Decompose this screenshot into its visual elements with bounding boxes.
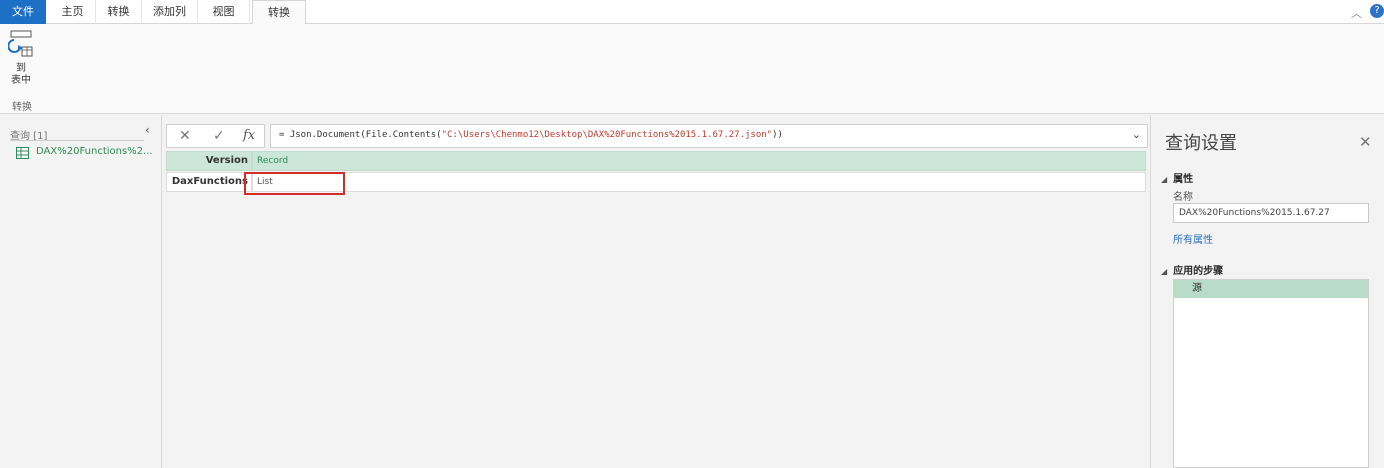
collapse-triangle-icon: ◢ bbox=[1161, 267, 1168, 276]
fx-icon[interactable]: fx bbox=[243, 128, 255, 143]
collapse-triangle-icon: ◢ bbox=[1161, 175, 1168, 184]
record-value-version[interactable]: Record bbox=[252, 151, 1146, 171]
query-name-input[interactable]: DAX%20Functions%2015.1.67.27 bbox=[1173, 203, 1369, 223]
collapse-ribbon-icon[interactable]: ︿ bbox=[1351, 5, 1362, 21]
to-table-label-2: 表中 bbox=[11, 75, 31, 86]
properties-section[interactable]: ◢ 属性 bbox=[1161, 170, 1193, 185]
collapse-queries-pane-icon[interactable]: ‹ bbox=[145, 123, 150, 137]
to-table-label-1: 到 bbox=[16, 63, 26, 74]
cancel-icon[interactable]: ✕ bbox=[179, 128, 191, 144]
query-item[interactable]: DAX%20Functions%2... bbox=[10, 145, 154, 161]
query-settings-title: 查询设置 bbox=[1165, 133, 1237, 154]
chevron-down-icon[interactable]: ⌄ bbox=[1132, 128, 1141, 141]
commit-icon[interactable]: ✓ bbox=[213, 128, 225, 144]
tab-add-column[interactable]: 添加列 bbox=[142, 0, 198, 24]
formula-suffix: )) bbox=[772, 130, 783, 140]
close-icon[interactable]: ✕ bbox=[1359, 133, 1372, 151]
table-icon bbox=[16, 147, 29, 159]
highlight-box bbox=[244, 172, 345, 195]
ribbon-tab-bar: 文件 主页 转换 添加列 视图 转换 ︿ ? bbox=[0, 0, 1384, 25]
queries-pane-divider bbox=[10, 140, 144, 141]
properties-label: 属性 bbox=[1173, 174, 1194, 185]
queries-pane: 查询 [1] ‹ DAX%20Functions%2... bbox=[0, 115, 162, 468]
to-table-button[interactable]: 到 表中 bbox=[6, 30, 36, 90]
formula-prefix: = Json.Document(File.Contents( bbox=[279, 130, 442, 140]
name-label: 名称 bbox=[1173, 192, 1193, 203]
applied-steps-list: 源 bbox=[1173, 279, 1369, 468]
to-table-icon bbox=[7, 30, 33, 57]
formula-text: = Json.Document(File.Contents("C:\Users\… bbox=[279, 130, 783, 140]
query-item-label: DAX%20Functions%2... bbox=[36, 146, 153, 157]
ribbon: 到 表中 转换 bbox=[0, 24, 1384, 114]
help-icon[interactable]: ? bbox=[1370, 4, 1384, 18]
record-key-version[interactable]: Version bbox=[166, 151, 252, 171]
all-properties-link[interactable]: 所有属性 bbox=[1173, 231, 1213, 246]
applied-steps-section[interactable]: ◢ 应用的步骤 bbox=[1161, 262, 1223, 277]
formula-controls: ✕ ✓ fx bbox=[166, 124, 265, 148]
record-value-daxfunctions[interactable]: List bbox=[252, 172, 1146, 192]
query-settings-pane: 查询设置 ✕ ◢ 属性 名称 DAX%20Functions%2015.1.67.… bbox=[1150, 115, 1384, 468]
tab-file[interactable]: 文件 bbox=[0, 0, 46, 24]
tab-home[interactable]: 主页 bbox=[50, 0, 96, 24]
tab-view[interactable]: 视图 bbox=[198, 0, 250, 24]
formula-string: "C:\Users\Chenmo12\Desktop\DAX%20Functio… bbox=[441, 130, 773, 140]
formula-input[interactable]: = Json.Document(File.Contents("C:\Users\… bbox=[270, 124, 1148, 148]
tab-transform[interactable]: 转换 bbox=[96, 0, 142, 24]
tab-convert-active[interactable]: 转换 bbox=[252, 0, 306, 25]
record-key-daxfunctions[interactable]: DaxFunctions bbox=[166, 172, 252, 192]
applied-step-source[interactable]: 源 bbox=[1174, 280, 1368, 298]
applied-steps-label: 应用的步骤 bbox=[1173, 266, 1224, 277]
ribbon-group-label: 转换 bbox=[12, 102, 32, 113]
